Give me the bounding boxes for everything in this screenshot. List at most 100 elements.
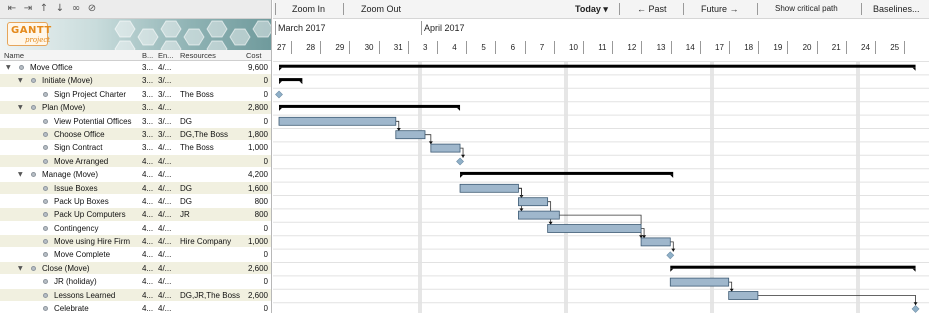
task-end[interactable]: 4/... <box>158 264 178 274</box>
task-row[interactable]: ▼ Plan (Move) 3... 4/... 2,800 <box>0 101 271 115</box>
task-end[interactable]: 4/... <box>158 143 178 153</box>
task-cost[interactable]: 800 <box>255 210 268 220</box>
task-begin[interactable]: 4... <box>142 250 156 260</box>
task-name[interactable]: Move Office <box>30 63 140 73</box>
task-end[interactable]: 3/... <box>158 117 178 127</box>
task-name[interactable]: Move Complete <box>54 250 140 260</box>
link-icon[interactable]: ∞ <box>70 3 82 15</box>
gantt-chart[interactable] <box>273 61 929 313</box>
task-cost[interactable]: 0 <box>264 76 268 86</box>
task-row[interactable]: View Potential Offices 3... 3/... DG 0 <box>0 114 271 128</box>
task-name[interactable]: Pack Up Computers <box>54 210 140 220</box>
task-begin[interactable]: 4... <box>142 210 156 220</box>
expand-toggle-icon[interactable]: ▼ <box>18 265 23 272</box>
task-end[interactable]: 4/... <box>158 224 178 234</box>
task-row[interactable]: Contingency 4... 4/... 0 <box>0 221 271 236</box>
task-cost[interactable]: 0 <box>264 304 268 313</box>
task-begin[interactable]: 3... <box>142 130 156 140</box>
task-cost[interactable]: 1,800 <box>248 130 268 140</box>
task-begin[interactable]: 3... <box>142 103 156 113</box>
column-end[interactable]: En... <box>158 51 173 60</box>
task-resources[interactable]: DG <box>180 184 250 194</box>
task-end[interactable]: 4/... <box>158 170 178 180</box>
task-end[interactable]: 4/... <box>158 184 178 194</box>
task-name[interactable]: Sign Contract <box>54 143 140 153</box>
column-begin[interactable]: B... <box>142 51 153 60</box>
task-end[interactable]: 4/... <box>158 103 178 113</box>
task-row[interactable]: ▼ Close (Move) 4... 4/... 2,600 <box>0 261 271 276</box>
task-begin[interactable]: 4... <box>142 184 156 194</box>
task-begin[interactable]: 4... <box>142 264 156 274</box>
task-begin[interactable]: 3... <box>142 90 156 100</box>
task-cost[interactable]: 2,800 <box>248 103 268 113</box>
task-end[interactable]: 3/... <box>158 76 178 86</box>
task-row[interactable]: Move using Hire Firm 4... 4/... Hire Compan… <box>0 235 271 249</box>
task-end[interactable]: 4/... <box>158 304 178 313</box>
task-end[interactable]: 3/... <box>158 130 178 140</box>
past-button[interactable]: ← Past <box>637 4 667 14</box>
task-cost[interactable]: 2,600 <box>248 264 268 274</box>
task-begin[interactable]: 4... <box>142 277 156 287</box>
task-resources[interactable]: DG <box>180 197 250 207</box>
column-name[interactable]: Name <box>4 51 24 60</box>
expand-toggle-icon[interactable]: ▼ <box>18 77 23 84</box>
zoom-out-button[interactable]: Zoom Out <box>361 4 401 14</box>
task-end[interactable]: 4/... <box>158 197 178 207</box>
task-name[interactable]: Pack Up Boxes <box>54 197 140 207</box>
task-row[interactable]: Lessons Learned 4... 4/... DG,JR,The Boss 2,… <box>0 288 271 303</box>
task-cost[interactable]: 0 <box>264 117 268 127</box>
indent-icon[interactable]: ⇥ <box>22 3 34 15</box>
task-end[interactable]: 4/... <box>158 250 178 260</box>
future-button[interactable]: Future → <box>701 4 739 14</box>
show-critical-path-button[interactable]: Show critical path <box>775 4 838 13</box>
task-row[interactable]: Move Arranged 4... 4/... 0 <box>0 154 271 169</box>
column-cost[interactable]: Cost <box>246 51 261 60</box>
task-begin[interactable]: 4... <box>142 224 156 234</box>
task-resources[interactable]: The Boss <box>180 90 250 100</box>
task-name[interactable]: Celebrate <box>54 304 140 313</box>
baselines-button[interactable]: Baselines... <box>873 4 920 14</box>
task-name[interactable]: Lessons Learned <box>54 291 140 301</box>
task-begin[interactable]: 3... <box>142 117 156 127</box>
task-begin[interactable]: 3... <box>142 76 156 86</box>
unlink-icon[interactable]: ⊘ <box>86 3 98 15</box>
task-resources[interactable]: The Boss <box>180 143 250 153</box>
task-cost[interactable]: 9,600 <box>248 63 268 73</box>
outdent-icon[interactable]: ⇤ <box>6 3 18 15</box>
task-row[interactable]: ▼ Move Office 3... 4/... 9,600 <box>0 61 271 75</box>
task-cost[interactable]: 0 <box>264 157 268 167</box>
task-name[interactable]: Choose Office <box>54 130 140 140</box>
zoom-in-button[interactable]: Zoom In <box>292 4 325 14</box>
task-row[interactable]: Sign Contract 3... 4/... The Boss 1,000 <box>0 141 271 155</box>
task-resources[interactable]: DG,The Boss <box>180 130 250 140</box>
task-name[interactable]: Sign Project Charter <box>54 90 140 100</box>
task-begin[interactable]: 3... <box>142 63 156 73</box>
task-begin[interactable]: 4... <box>142 157 156 167</box>
task-end[interactable]: 4/... <box>158 291 178 301</box>
task-begin[interactable]: 4... <box>142 237 156 247</box>
task-cost[interactable]: 0 <box>264 90 268 100</box>
task-cost[interactable]: 2,600 <box>248 291 268 301</box>
task-row[interactable]: Issue Boxes 4... 4/... DG 1,600 <box>0 181 271 195</box>
task-row[interactable]: ▼ Initiate (Move) 3... 3/... 0 <box>0 74 271 88</box>
task-resources[interactable]: DG <box>180 117 250 127</box>
task-cost[interactable]: 1,600 <box>248 184 268 194</box>
task-row[interactable]: Celebrate 4... 4/... 0 <box>0 302 271 313</box>
task-row[interactable]: Pack Up Computers 4... 4/... JR 800 <box>0 208 271 222</box>
task-row[interactable]: Move Complete 4... 4/... 0 <box>0 248 271 262</box>
task-name[interactable]: Move Arranged <box>54 157 140 167</box>
task-end[interactable]: 4/... <box>158 157 178 167</box>
task-cost[interactable]: 0 <box>264 250 268 260</box>
task-cost[interactable]: 1,000 <box>248 237 268 247</box>
task-resources[interactable]: JR <box>180 210 250 220</box>
task-row[interactable]: Sign Project Charter 3... 3/... The Boss 0 <box>0 87 271 102</box>
task-begin[interactable]: 4... <box>142 291 156 301</box>
task-name[interactable]: Manage (Move) <box>42 170 140 180</box>
task-cost[interactable]: 1,000 <box>248 143 268 153</box>
task-name[interactable]: Close (Move) <box>42 264 140 274</box>
today-button[interactable]: Today ▾ <box>575 4 608 15</box>
expand-toggle-icon[interactable]: ▼ <box>6 64 11 71</box>
task-end[interactable]: 4/... <box>158 63 178 73</box>
task-cost[interactable]: 800 <box>255 197 268 207</box>
task-end[interactable]: 3/... <box>158 90 178 100</box>
